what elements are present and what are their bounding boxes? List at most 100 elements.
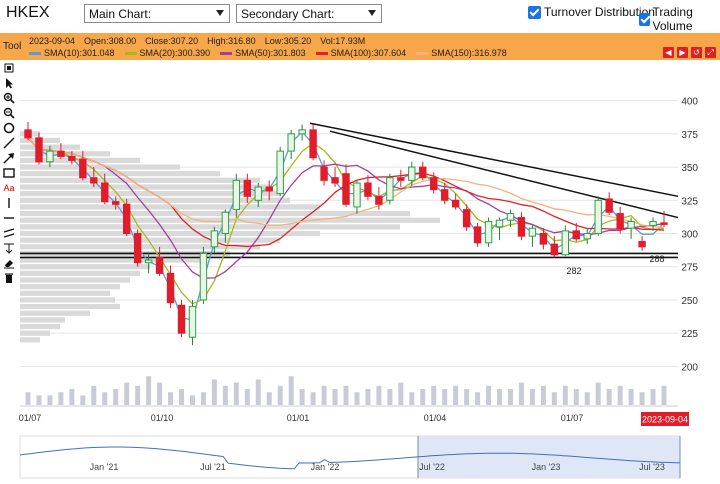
candle-body: [166, 272, 175, 304]
tool-label: Tool: [3, 41, 22, 52]
volume-bar: [365, 389, 371, 405]
horizontal-line-icon[interactable]: [2, 210, 16, 225]
volume-bar: [573, 389, 579, 405]
vertical-line-icon[interactable]: [2, 195, 16, 210]
fibonacci-icon[interactable]: [2, 240, 16, 255]
candle-body: [188, 306, 197, 338]
volume-bar: [135, 385, 141, 405]
volume-bar: [497, 389, 503, 405]
volume-bar: [222, 385, 228, 405]
parallel-lines-icon[interactable]: [2, 225, 16, 240]
volume-bar: [91, 385, 97, 405]
volume-bar: [288, 376, 294, 405]
volume-bar: [36, 395, 42, 405]
volume-bar: [102, 392, 108, 405]
sma-50-swatch: [220, 51, 233, 55]
line-icon[interactable]: [2, 135, 16, 150]
volume-bar: [80, 395, 86, 405]
chart-nav-buttons: ◀ ▶ ↺ ⤢: [663, 47, 716, 58]
candle-body: [473, 226, 482, 244]
main-chart-select[interactable]: Main Chart:: [84, 4, 230, 23]
zoom-out-icon[interactable]: [2, 105, 16, 120]
profile-bar: [20, 317, 65, 323]
chevron-down-icon: [216, 10, 224, 16]
last-date-label: 2023-09-04: [642, 415, 688, 425]
volume-bar: [529, 389, 535, 405]
candle-body: [528, 227, 537, 237]
profile-bar: [20, 290, 110, 296]
checkbox-checked-icon: [528, 5, 541, 19]
arrow-icon[interactable]: [2, 150, 16, 165]
volume-bar: [617, 385, 623, 405]
y-tick-label: 400: [681, 97, 698, 108]
volume-bar: [661, 385, 667, 405]
navigator: Jan '21 Jul '21 Jan '22 Jul '22 Jan '23 Jul '…: [19, 435, 681, 479]
scroll-left-icon[interactable]: ◀: [663, 47, 674, 58]
candle-body: [35, 137, 43, 163]
info-volume: Vol:17.93M: [320, 36, 366, 46]
x-tick-label: 01/07: [19, 413, 42, 423]
volume-bar: [551, 392, 557, 405]
candle-body: [177, 304, 186, 334]
reset-icon[interactable]: ↺: [691, 47, 702, 58]
candle-body: [90, 177, 98, 184]
profile-bar: [20, 303, 120, 310]
volume-bar: [179, 389, 185, 405]
info-low: Low:305.20: [264, 36, 312, 46]
candle-body: [331, 177, 339, 184]
drawing-toolbar: Aa: [0, 60, 18, 300]
volume-bar: [124, 382, 130, 405]
trading-volume-checkbox[interactable]: Trading Volume: [639, 5, 720, 33]
info-close: Close:307.20: [145, 36, 199, 46]
candle-body: [101, 182, 109, 203]
candle-body: [408, 166, 416, 181]
sma-20-label: SMA(20):300.390: [139, 48, 211, 58]
price-chart[interactable]: 200225250275300325350375400 01/07 01/10 01…: [0, 60, 720, 484]
trash-icon[interactable]: [2, 270, 16, 285]
volume-bar: [266, 392, 272, 405]
zoom-in-icon[interactable]: [2, 90, 16, 105]
text-icon[interactable]: Aa: [2, 180, 16, 195]
checkbox-checked-icon: [639, 12, 650, 26]
sma-150-swatch: [416, 51, 429, 55]
candle-body: [495, 219, 504, 228]
volume-bar: [25, 392, 31, 405]
eraser-icon[interactable]: [2, 255, 16, 270]
candle-body: [583, 233, 591, 240]
turnover-distribution-checkbox[interactable]: Turnover Distribution: [528, 5, 655, 19]
scroll-right-icon[interactable]: ▶: [677, 47, 688, 58]
sma-20-swatch: [124, 51, 137, 55]
navigator-label: Jul '21: [200, 462, 226, 472]
candle-body: [430, 177, 438, 191]
volume-bar: [354, 392, 360, 405]
y-tick-label: 225: [681, 329, 698, 340]
y-tick-label: 300: [681, 230, 698, 241]
volume-bar: [442, 389, 448, 405]
secondary-chart-select[interactable]: Secondary Chart:: [236, 4, 382, 23]
profile-bar: [20, 164, 180, 170]
candle-body: [298, 129, 306, 135]
volume-bar: [211, 379, 217, 405]
rectangle-icon[interactable]: [2, 165, 16, 180]
volume-bar: [507, 389, 513, 405]
x-tick-label: 01/10: [151, 413, 174, 423]
candle-body: [199, 252, 208, 301]
top-bar: HKEX Main Chart: Secondary Chart: Turnov…: [0, 0, 720, 33]
crosshair-icon[interactable]: [2, 75, 16, 90]
circle-icon[interactable]: [2, 120, 16, 135]
y-tick-label: 250: [681, 296, 698, 307]
pointer-icon[interactable]: [2, 60, 16, 75]
volume-bar: [321, 385, 327, 405]
profile-bar: [20, 297, 115, 303]
candle-body: [440, 189, 449, 201]
volume-bar: [310, 392, 316, 405]
secondary-chart-select-label: Secondary Chart:: [241, 7, 335, 21]
profile-bar: [20, 277, 130, 283]
candle-body: [419, 166, 427, 179]
fullscreen-icon[interactable]: ⤢: [705, 47, 716, 58]
x-tick-label: 01/04: [424, 413, 447, 423]
candle-body: [79, 158, 87, 179]
profile-bar: [20, 284, 120, 290]
profile-bar: [20, 330, 50, 336]
candle-body: [397, 177, 405, 181]
